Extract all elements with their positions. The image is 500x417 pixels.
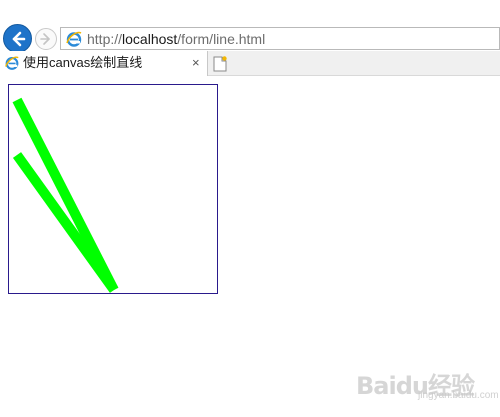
canvas-drawing	[12, 97, 119, 293]
ie-icon	[5, 56, 19, 70]
tab-line-html[interactable]: 使用canvas绘制直线 ×	[0, 51, 208, 76]
canvas-line-2	[12, 152, 119, 293]
back-arrow-icon	[12, 31, 25, 46]
url-prefix: http://	[87, 31, 123, 47]
forward-button[interactable]	[35, 28, 57, 50]
new-tab-icon	[213, 55, 227, 71]
back-button[interactable]	[3, 24, 32, 53]
url-text: http://localhost/form/line.html	[87, 30, 265, 48]
browser-window: http://localhost/form/line.html 使用canvas…	[0, 0, 500, 417]
drawing-canvas	[8, 84, 218, 294]
url-path: /form/line.html	[177, 31, 266, 47]
tab-close-button[interactable]: ×	[192, 55, 200, 71]
tab-title: 使用canvas绘制直线	[23, 55, 143, 70]
address-bar[interactable]: http://localhost/form/line.html	[60, 27, 500, 50]
watermark-subtext: jingyan.baidu.com	[418, 390, 499, 401]
ie-icon	[66, 31, 82, 47]
new-tab-button[interactable]	[210, 53, 230, 74]
navigation-bar: http://localhost/form/line.html	[0, 0, 500, 53]
forward-arrow-icon	[40, 33, 50, 45]
tab-strip: 使用canvas绘制直线 ×	[0, 51, 500, 76]
watermark: Baidu经验 jingyan.baidu.com	[356, 362, 499, 410]
url-host: localhost	[122, 31, 178, 47]
